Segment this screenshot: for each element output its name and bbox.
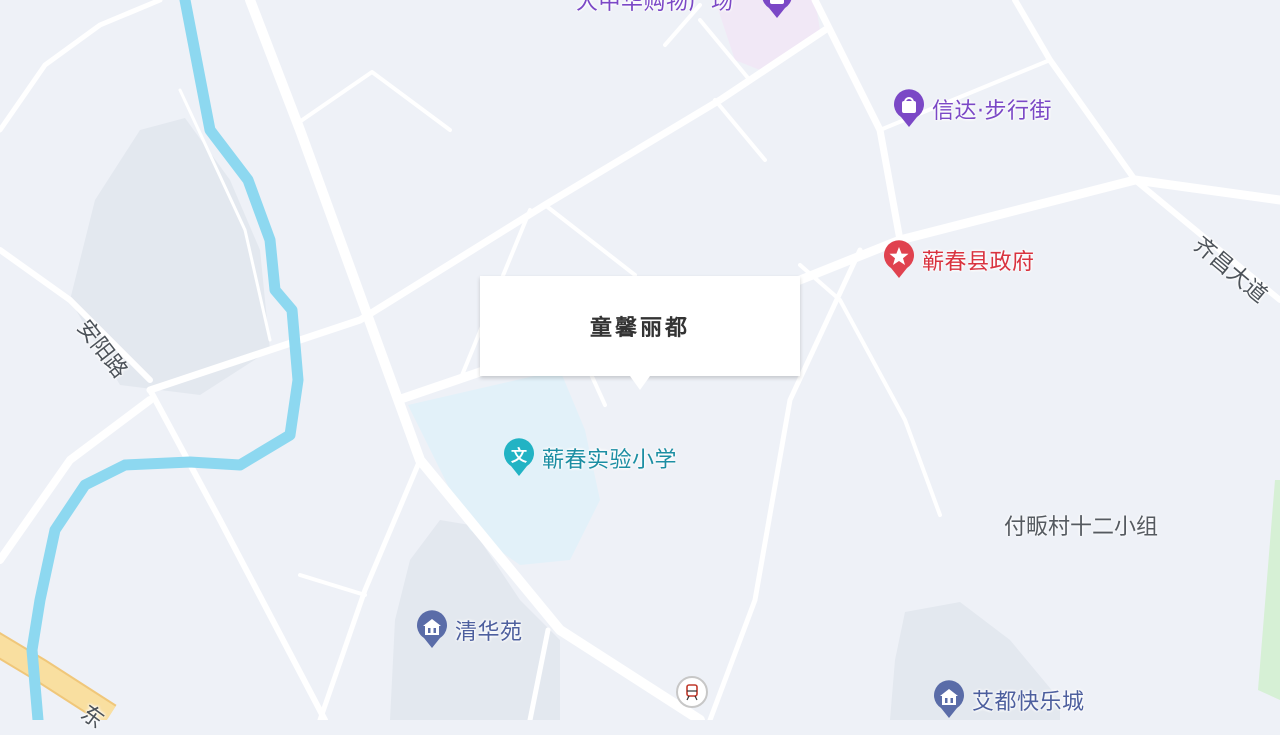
location-popup[interactable]: 童馨丽都 <box>480 276 800 390</box>
poi-label-school: 蕲春实验小学 <box>542 448 678 473</box>
popup-title: 童馨丽都 <box>589 315 690 341</box>
poi-label-xinda: 信达·步行街 <box>932 99 1052 124</box>
poi-label-aidu: 艾都快乐城 <box>972 690 1085 715</box>
place-label-fufan-village: 付畈村十二小组 <box>1004 515 1159 540</box>
poi-dazhonghua-mall[interactable]: 大中华购物广场 <box>576 0 791 20</box>
poi-aidu-happy-city[interactable]: 艾都快乐城 <box>932 680 1085 720</box>
residential-icon <box>934 680 964 718</box>
popup-pointer <box>630 376 650 390</box>
residential-icon <box>417 610 447 648</box>
poi-xinda-pedestrian-street[interactable]: 信达·步行街 <box>892 89 1052 129</box>
poi-label-government: 蕲春县政府 <box>922 250 1035 275</box>
poi-label-qinghuayuan: 清华苑 <box>455 620 523 645</box>
poi-label-dazhonghua-mall: 大中华购物广场 <box>576 0 734 15</box>
transit-station-icon[interactable] <box>676 676 708 708</box>
shopping-bag-icon <box>762 0 791 18</box>
poi-qinghuayuan[interactable]: 清华苑 <box>415 610 523 650</box>
train-icon <box>686 684 698 701</box>
school-icon: 文 <box>504 438 534 476</box>
government-star-icon <box>884 240 914 278</box>
svg-text:文: 文 <box>511 446 528 465</box>
poi-qichun-county-government[interactable]: 蕲春县政府 <box>882 240 1035 280</box>
poi-qichun-experimental-primary-school[interactable]: 文 蕲春实验小学 <box>502 438 677 478</box>
shopping-bag-icon <box>894 89 924 127</box>
